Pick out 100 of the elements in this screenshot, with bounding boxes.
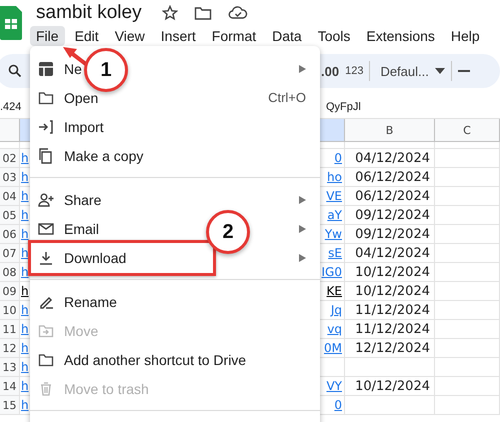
- column-header[interactable]: C: [435, 119, 500, 142]
- row-number[interactable]: 07: [0, 244, 20, 263]
- row-number[interactable]: 08: [0, 263, 20, 282]
- link-text[interactable]: Yw: [324, 227, 342, 241]
- person-add-icon: [38, 192, 54, 208]
- table-cell: [435, 282, 500, 301]
- table-cell: [435, 263, 500, 282]
- link-text[interactable]: aY: [327, 208, 342, 222]
- table-cell: [435, 377, 500, 396]
- menu-item[interactable]: Email: [64, 220, 100, 236]
- row-number[interactable]: 04: [0, 187, 20, 206]
- menu-bar-item[interactable]: Insert: [154, 26, 202, 46]
- row-number[interactable]: 10: [0, 301, 20, 320]
- table-cell: 10/12/2024: [345, 263, 435, 282]
- download-icon: [38, 250, 54, 266]
- sheets-logo-icon[interactable]: [0, 6, 22, 40]
- link-text[interactable]: vq: [327, 322, 342, 336]
- row-number[interactable]: 11: [0, 320, 20, 339]
- folder-icon: [38, 352, 54, 368]
- table-cell: [435, 320, 500, 339]
- link-text[interactable]: h: [21, 322, 29, 336]
- row-number[interactable]: 13: [0, 358, 20, 377]
- menu-item[interactable]: Import: [64, 118, 104, 134]
- link-text[interactable]: h: [21, 246, 29, 260]
- row-number[interactable]: 02: [0, 149, 20, 168]
- menu-bar-item[interactable]: Extensions: [360, 26, 441, 46]
- table-cell: [435, 225, 500, 244]
- link-text[interactable]: h: [21, 227, 29, 241]
- star-icon[interactable]: [162, 5, 178, 21]
- row-number[interactable]: 05: [0, 206, 20, 225]
- table-cell: [435, 187, 500, 206]
- menu-bar-item[interactable]: Tools: [312, 26, 356, 46]
- link-text[interactable]: 0M: [324, 341, 342, 355]
- menu-bar-item[interactable]: Data: [266, 26, 308, 46]
- row-number[interactable]: 09: [0, 282, 20, 301]
- link-text[interactable]: sE: [328, 246, 342, 260]
- trash-icon: [38, 380, 54, 396]
- row-number[interactable]: 15: [0, 396, 20, 415]
- search-icon[interactable]: [8, 64, 22, 78]
- menu-item[interactable]: Open: [64, 90, 98, 106]
- link-text[interactable]: h: [21, 151, 29, 165]
- link-text[interactable]: h: [21, 341, 29, 355]
- column-header[interactable]: B: [345, 119, 435, 142]
- menu-item[interactable]: Make a copy: [64, 148, 144, 164]
- row-number[interactable]: 12: [0, 339, 20, 358]
- link-text[interactable]: ho: [327, 170, 342, 184]
- link-text[interactable]: 0: [334, 398, 342, 412]
- row-number[interactable]: 14: [0, 377, 20, 396]
- menu-item[interactable]: Ne: [64, 60, 82, 76]
- menu-bar-item[interactable]: Format: [206, 26, 262, 46]
- link-text[interactable]: IG0: [322, 265, 342, 279]
- link-text[interactable]: VY: [326, 379, 342, 393]
- import-icon: [38, 118, 54, 134]
- link-text[interactable]: h: [21, 189, 29, 203]
- table-cell: [435, 358, 500, 377]
- menu-item[interactable]: Rename: [64, 294, 117, 310]
- table-cell: 10/12/2024: [345, 282, 435, 301]
- table-cell: 09/12/2024: [345, 225, 435, 244]
- link-text[interactable]: VE: [326, 189, 342, 203]
- link-text[interactable]: h: [21, 284, 29, 298]
- cloud-check-icon[interactable]: [228, 5, 248, 21]
- menu-bar-item[interactable]: View: [108, 26, 151, 46]
- table-cell: [435, 206, 500, 225]
- table-cell: 06/12/2024: [345, 187, 435, 206]
- table-cell: 09/12/2024: [345, 206, 435, 225]
- folder-move-icon: [38, 322, 54, 338]
- row-number[interactable]: 06: [0, 225, 20, 244]
- row-number[interactable]: 03: [0, 168, 20, 187]
- caret-icon[interactable]: [434, 68, 445, 74]
- menu-item[interactable]: Add another shortcut to Drive: [64, 352, 246, 368]
- link-text[interactable]: 0: [334, 151, 342, 165]
- copy-icon: [38, 148, 54, 164]
- formula-content[interactable]: QyFpJl: [326, 101, 361, 113]
- link-text[interactable]: KE: [326, 284, 342, 298]
- increase-decimal-button[interactable]: .00: [321, 64, 340, 78]
- menu-bar-item[interactable]: Edit: [68, 26, 105, 46]
- table-cell: [435, 168, 500, 187]
- table-cell: 11/12/2024: [345, 301, 435, 320]
- table-cell: 04/12/2024: [345, 244, 435, 263]
- menu-item[interactable]: Share: [64, 192, 102, 208]
- document-title[interactable]: sambit koley: [36, 2, 142, 24]
- number-format-button[interactable]: 123: [345, 65, 364, 77]
- menu-item[interactable]: Download: [64, 250, 126, 266]
- font-dropdown[interactable]: Defaul...: [380, 64, 429, 78]
- menu-bar-item[interactable]: Help: [444, 26, 486, 46]
- minus-icon[interactable]: [458, 70, 470, 72]
- link-text[interactable]: h: [21, 398, 29, 412]
- link-text[interactable]: h: [21, 360, 29, 374]
- link-text[interactable]: Jq: [330, 303, 342, 317]
- folder-icon[interactable]: [194, 5, 212, 21]
- link-text[interactable]: h: [21, 379, 29, 393]
- link-text[interactable]: h: [21, 170, 29, 184]
- table-cell: 12/12/2024: [345, 339, 435, 358]
- menu-bar-item[interactable]: File: [30, 26, 65, 46]
- table-cell: 04/12/2024: [345, 149, 435, 168]
- link-text[interactable]: h: [21, 265, 29, 279]
- table-cell: 11/12/2024: [345, 320, 435, 339]
- link-text[interactable]: h: [21, 208, 29, 222]
- link-text[interactable]: h: [21, 303, 29, 317]
- table-cell: [435, 244, 500, 263]
